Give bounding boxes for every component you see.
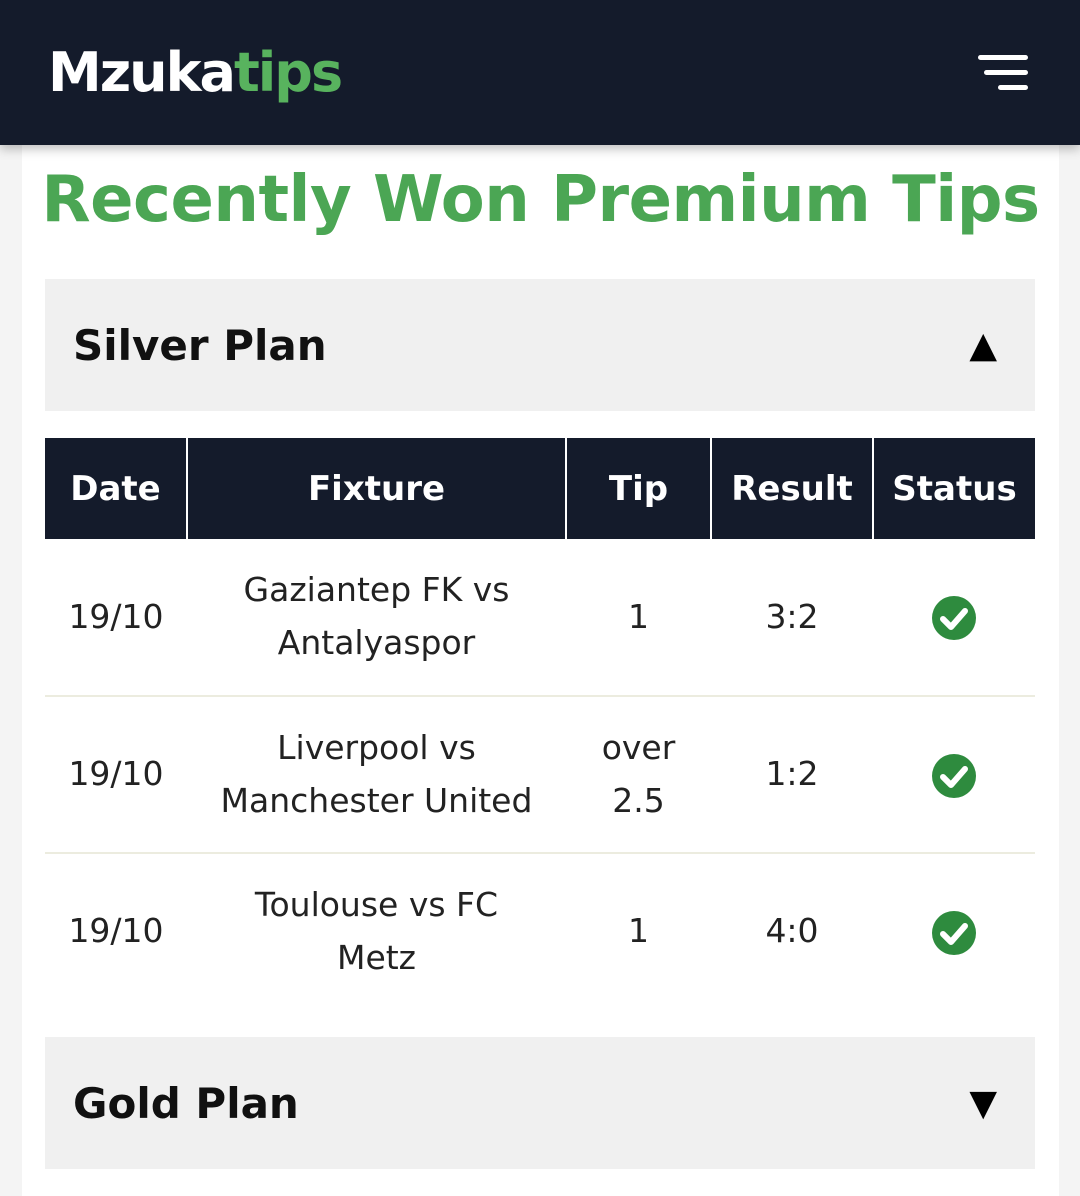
- column-header-date: Date: [45, 438, 187, 539]
- gold-plan-label: Gold Plan: [73, 1078, 299, 1128]
- silver-tips-table: Date Fixture Tip Result Status 19/10 Gaz…: [45, 438, 1035, 1009]
- table-row: 19/10 Liverpool vs Manchester United ove…: [45, 696, 1035, 854]
- logo-text-accent: tips: [233, 40, 343, 104]
- silver-plan-label: Silver Plan: [73, 320, 327, 370]
- site-logo[interactable]: Mzukatips: [48, 45, 343, 100]
- cell-tip: 1: [566, 539, 711, 697]
- cell-fixture: Liverpool vs Manchester United: [187, 696, 566, 854]
- expand-arrow-icon: ▼: [969, 1082, 997, 1124]
- check-circle-icon: [932, 753, 976, 798]
- gold-plan-toggle[interactable]: Gold Plan ▼: [45, 1037, 1035, 1169]
- column-header-tip: Tip: [565, 438, 711, 539]
- logo-text-main: Mzuka: [48, 40, 236, 104]
- page-title: Recently Won Premium Tips: [41, 163, 1040, 237]
- cell-status: [873, 539, 1035, 697]
- silver-plan-toggle[interactable]: Silver Plan ▲: [45, 279, 1035, 411]
- site-header: Mzukatips: [0, 0, 1080, 145]
- cell-tip: 1: [628, 911, 649, 951]
- hamburger-menu-icon[interactable]: [978, 53, 1028, 93]
- column-header-fixture: Fixture: [186, 438, 566, 539]
- collapse-arrow-icon: ▲: [969, 324, 997, 366]
- cell-result: 3:2: [711, 539, 873, 697]
- cell-status: [873, 696, 1035, 854]
- cell-date: 19/10: [45, 539, 187, 697]
- column-header-result: Result: [710, 438, 873, 539]
- cell-fixture: Toulouse vs FC Metz: [254, 884, 499, 977]
- cell-result: 4:0: [765, 911, 819, 951]
- cell-date: 19/10: [45, 696, 187, 854]
- cell-date: 19/10: [68, 911, 164, 951]
- cell-result: 1:2: [711, 696, 873, 854]
- cell-tip: over 2.5: [566, 696, 711, 854]
- column-header-status: Status: [872, 438, 1035, 539]
- check-circle-icon: [932, 910, 976, 955]
- table-header-row: Date Fixture Tip Result Status: [45, 438, 1035, 539]
- cell-fixture: Gaziantep FK vs Antalyaspor: [187, 539, 566, 697]
- check-circle-icon: [932, 596, 976, 641]
- main-content: Recently Won Premium Tips Silver Plan ▲ …: [22, 145, 1059, 1196]
- cell-status: [873, 853, 1035, 1009]
- table-row: 19/10 Toulouse vs FC Metz 1 4:0: [45, 853, 1035, 1009]
- table-row: 19/10 Gaziantep FK vs Antalyaspor 1 3:2: [45, 539, 1035, 697]
